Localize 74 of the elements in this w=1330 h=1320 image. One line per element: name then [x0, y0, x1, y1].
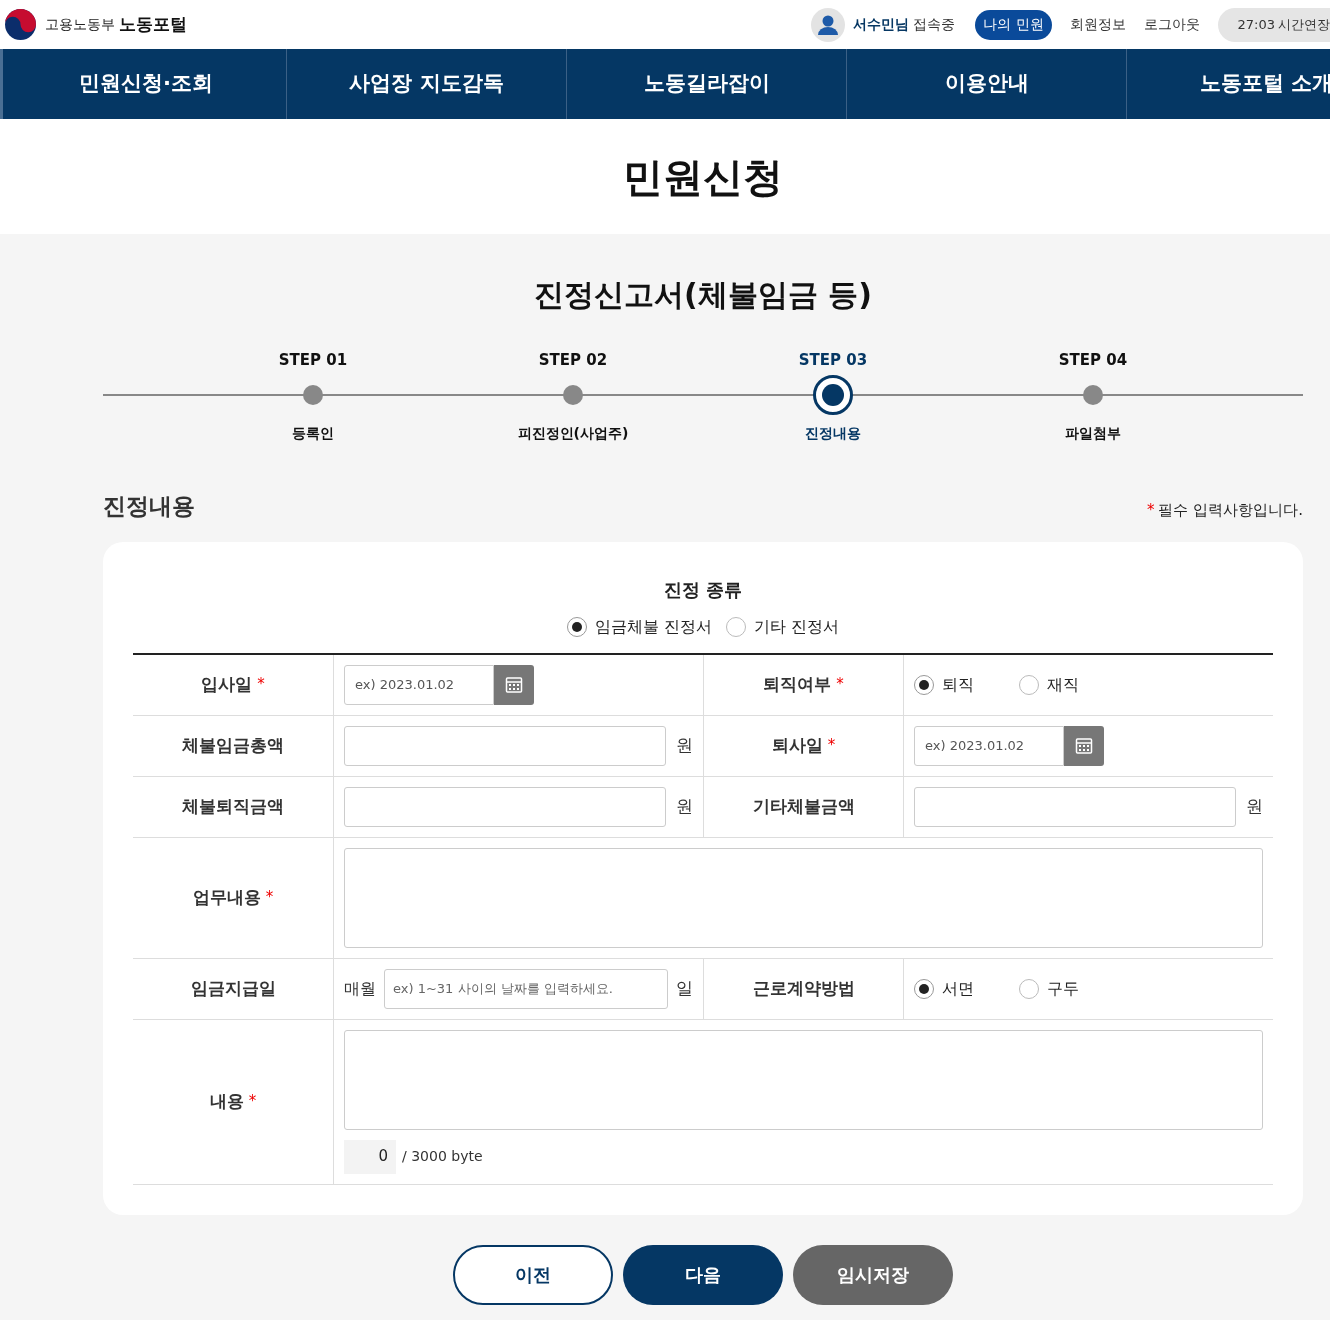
action-button[interactable]: 임시저장 — [793, 1244, 953, 1305]
prefix-label: 매월 — [344, 977, 376, 1000]
step-label: 피진정인(사업주) — [517, 424, 629, 443]
radio-option[interactable]: 퇴직 — [914, 672, 974, 697]
radio-button[interactable] — [726, 616, 746, 637]
required-mark: * — [836, 674, 844, 696]
radio-button[interactable] — [914, 978, 934, 999]
field-label: 퇴사일 — [771, 733, 823, 757]
user-name: 서수민님 — [853, 15, 910, 34]
byte-counter: 0 — [344, 1139, 396, 1174]
required-mark: * — [1146, 500, 1155, 521]
nav-menu-item[interactable]: 민원신청·조회 — [6, 49, 286, 119]
text-area[interactable] — [344, 847, 1263, 948]
user-avatar-icon — [811, 7, 846, 42]
action-button[interactable]: 이전 — [453, 1244, 613, 1305]
unit-label: 원 — [1246, 794, 1263, 818]
amount-input[interactable] — [914, 786, 1236, 827]
step-number: STEP 01 — [278, 350, 348, 371]
field-label: 업무내용 — [192, 885, 261, 909]
calendar-button[interactable] — [494, 664, 534, 705]
radio-option[interactable]: 재직 — [1019, 672, 1079, 697]
step-label: 파일첨부 — [1065, 424, 1121, 443]
header-link[interactable]: 회원정보 — [1069, 14, 1126, 35]
field-label: 퇴직여부 — [763, 672, 832, 696]
field-label: 근로계약방법 — [752, 976, 855, 1000]
required-mark: * — [257, 674, 265, 696]
unit-label: 원 — [676, 733, 693, 757]
ministry-name: 고용노동부 — [45, 15, 115, 34]
step-number: STEP 04 — [1058, 350, 1128, 371]
portal-name[interactable]: 노동포털 — [119, 11, 187, 38]
field-group-title: 진정 종류 — [662, 577, 744, 602]
step-label: 등록인 — [292, 424, 334, 443]
radio-button[interactable] — [566, 616, 587, 637]
text-area[interactable] — [344, 1029, 1263, 1130]
field-label: 임금지급일 — [190, 976, 276, 1000]
action-button[interactable]: 다음 — [623, 1244, 783, 1305]
field-label: 기타체불금액 — [752, 794, 855, 818]
radio-option[interactable]: 기타 진정서 — [726, 614, 840, 639]
radio-option[interactable]: 임금체불 진정서 — [566, 614, 712, 639]
step-number: STEP 02 — [538, 350, 608, 371]
session-extend-button[interactable]: 27:03 시간연장 — [1217, 7, 1330, 42]
step-number: STEP 03 — [798, 350, 868, 371]
calendar-icon — [1075, 736, 1093, 755]
header-link[interactable]: 로그아웃 — [1143, 14, 1200, 35]
unit-label: 일 — [676, 976, 693, 1000]
day-input[interactable]: ex) 1~31 사이의 날짜를 입력하세요. — [384, 968, 668, 1009]
field-label: 체불임금총액 — [182, 733, 284, 757]
radio-button[interactable] — [1019, 674, 1039, 695]
radio-option[interactable]: 구두 — [1019, 976, 1079, 1001]
radio-button[interactable] — [914, 674, 934, 695]
section-title: 진정내용 — [103, 492, 195, 521]
calendar-icon — [505, 675, 523, 694]
byte-limit: / 3000 byte — [402, 1147, 483, 1166]
calendar-button[interactable] — [1064, 725, 1104, 766]
date-input[interactable]: ex) 2023.01.02 — [914, 725, 1064, 766]
amount-input[interactable] — [344, 786, 666, 827]
required-mark: * — [265, 887, 274, 909]
radio-option[interactable]: 서면 — [914, 976, 974, 1001]
field-label: 입사일 — [201, 672, 253, 696]
field-label: 체불퇴직금액 — [182, 794, 284, 818]
step-label: 진정내용 — [805, 424, 861, 443]
radio-button[interactable] — [1019, 978, 1039, 999]
amount-input[interactable] — [344, 725, 666, 766]
required-note: 필수 입력사항입니다. — [1158, 500, 1303, 521]
required-mark: * — [827, 735, 836, 757]
form-title: 진정신고서(체불임금 등) — [534, 276, 872, 314]
field-label: 내용 — [209, 1089, 244, 1113]
emblem-icon — [4, 8, 37, 41]
page-title: 민원신청 — [623, 152, 783, 202]
my-complaints-link[interactable]: 나의 민원 — [975, 9, 1052, 40]
required-mark: * — [248, 1091, 257, 1113]
date-input[interactable]: ex) 2023.01.02 — [344, 664, 494, 705]
user-status: 접속중 — [913, 15, 956, 34]
unit-label: 원 — [676, 794, 693, 818]
